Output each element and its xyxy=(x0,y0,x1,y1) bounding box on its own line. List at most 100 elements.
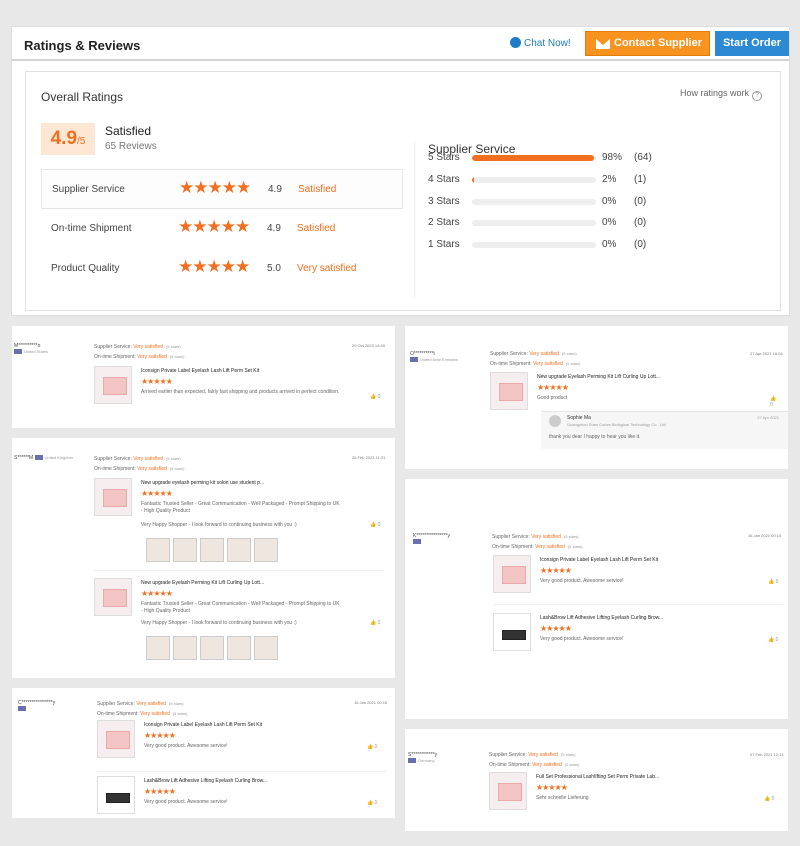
review-meta: Supplier Service: Very satisfied (5 stars… xyxy=(489,750,580,770)
like-button[interactable]: 👍 0 xyxy=(764,796,774,802)
review-image[interactable] xyxy=(146,636,170,660)
product-thumbnail[interactable] xyxy=(490,372,528,410)
question-icon: ? xyxy=(752,91,763,101)
reviewer-country: United Kingdom xyxy=(44,455,74,460)
like-button[interactable]: 👍 0 xyxy=(768,579,778,585)
meta-value: Very satisfied xyxy=(137,354,167,360)
flag-icon xyxy=(408,758,416,763)
rating-row-product-quality: Product Quality ★★★★★ 5.0 Very satisfied xyxy=(41,249,403,289)
review-image[interactable] xyxy=(227,636,251,660)
product-thumbnail[interactable] xyxy=(94,366,132,404)
meta-stars: (5 stars) xyxy=(560,752,576,757)
like-button[interactable]: 👍 0 xyxy=(370,394,380,400)
reply-text: thank you dear I happy to hear you like … xyxy=(549,434,641,440)
chat-icon xyxy=(510,37,521,48)
divider xyxy=(94,570,384,571)
star-label: 5 Stars xyxy=(428,152,460,163)
star-percent: 98% xyxy=(602,152,623,163)
review-image[interactable] xyxy=(254,538,278,562)
distribution-bar xyxy=(472,242,596,248)
distribution-fill xyxy=(472,177,475,183)
review-card: K****************y Supplier Service: Ver… xyxy=(405,479,788,719)
distribution-bar xyxy=(472,199,596,205)
product-title[interactable]: New upgrade Eyelash Perming Kit Lift Cur… xyxy=(141,580,264,586)
like-button[interactable]: 👍 0 xyxy=(770,396,780,408)
product-thumbnail[interactable] xyxy=(493,555,531,593)
like-button[interactable]: 👍 0 xyxy=(370,522,380,528)
chat-label: Chat Now! xyxy=(524,38,571,49)
rating-label: Product Quality xyxy=(51,263,120,274)
review-image[interactable] xyxy=(173,538,197,562)
like-count: 0 xyxy=(771,796,775,802)
contact-supplier-button[interactable]: Contact Supplier xyxy=(585,31,710,56)
how-ratings-work-link[interactable]: How ratings work? xyxy=(680,88,763,101)
review-comment: Very good product. Awesome service! xyxy=(144,743,228,749)
section-header: Ratings & Reviews Chat Now! Contact Supp… xyxy=(12,27,789,61)
like-button[interactable]: 👍 0 xyxy=(367,744,377,750)
review-meta: Supplier Service: Very satisfied (5 stars… xyxy=(492,532,583,552)
meta-label: Supplier Service: xyxy=(492,534,530,540)
chat-now-link[interactable]: Chat Now! xyxy=(510,37,571,49)
reviewer: M**********o United States xyxy=(14,343,48,355)
review-date: 20 Oct 2023 14:40 xyxy=(352,343,385,348)
reviewer-name: S******M xyxy=(14,455,34,461)
product-thumbnail[interactable] xyxy=(493,613,531,651)
review-image[interactable] xyxy=(227,538,251,562)
product-title[interactable]: Full Set Professional LashlIfting Set Pe… xyxy=(536,774,659,780)
review-card: S******M United Kingdom Supplier Service… xyxy=(12,438,395,678)
product-thumbnail[interactable] xyxy=(97,720,135,758)
product-thumbnail[interactable] xyxy=(94,478,132,516)
product-title[interactable]: Lash&Brow Lift Adhesive Lifting Eyelash … xyxy=(540,615,663,621)
product-thumbnail[interactable] xyxy=(489,772,527,810)
review-image[interactable] xyxy=(254,636,278,660)
product-title[interactable]: Iconsign Private Label Eyelash Lash Lift… xyxy=(144,722,262,728)
like-button[interactable]: 👍 0 xyxy=(367,800,377,806)
review-date: 16 Jan 2021 00:15 xyxy=(748,533,782,538)
flag-icon xyxy=(413,539,421,544)
meta-label: On-time Shipment: xyxy=(489,762,531,768)
review-product: Iconsign Private Label Eyelash Lash Lift… xyxy=(493,555,783,597)
product-title[interactable]: Lash&Brow Lift Adhesive Lifting Eyelash … xyxy=(144,778,267,784)
how-label: How ratings work xyxy=(680,88,750,98)
star-icons: ★★★★★ xyxy=(178,217,250,236)
product-thumbnail[interactable] xyxy=(94,578,132,616)
reviewer: K****************y xyxy=(413,533,450,545)
like-button[interactable]: 👍 0 xyxy=(768,637,778,643)
review-card: M**********o United States Supplier Servi… xyxy=(12,326,395,428)
product-stars: ★★★★★ xyxy=(141,589,173,598)
reply-company: Guangzhou Stars Colors Biological Techno… xyxy=(567,422,666,427)
reviewer: S************y Germany xyxy=(408,752,437,764)
like-button[interactable]: 👍 0 xyxy=(370,620,380,626)
product-title[interactable]: Iconsign Private Label Eyelash Lash Lift… xyxy=(141,368,259,374)
review-image[interactable] xyxy=(200,636,224,660)
review-product: New upgrade Eyelash Perming Kit Lift Cur… xyxy=(490,372,780,412)
start-order-button[interactable]: Start Order xyxy=(715,31,789,56)
product-thumbnail[interactable] xyxy=(97,776,135,814)
product-title[interactable]: Iconsign Private Label Eyelash Lash Lift… xyxy=(540,557,658,563)
reviewer: O**********t United Arab Emirates xyxy=(410,351,458,363)
review-card: C****************y Supplier Service: Ver… xyxy=(12,688,395,818)
rating-row-on-time-shipment: On-time Shipment ★★★★★ 4.9 Satisfied xyxy=(41,209,403,249)
meta-label: Supplier Service: xyxy=(94,456,132,462)
review-images xyxy=(146,538,281,564)
rating-label: On-time Shipment xyxy=(51,223,132,234)
meta-stars: (5 stars) xyxy=(564,762,580,767)
like-count: 0 xyxy=(775,637,779,643)
product-title[interactable]: New upgrade eyelash perming kit solon us… xyxy=(141,480,264,486)
star-count: (1) xyxy=(634,174,647,185)
review-product: New upgrade Eyelash Perming Kit Lift Cur… xyxy=(94,578,384,628)
product-title[interactable]: New upgrade Eyelash Perming Kit Lift Cur… xyxy=(537,374,660,380)
meta-label: On-time Shipment: xyxy=(94,354,136,360)
divider xyxy=(493,604,783,605)
star-distribution-row: 5 Stars 98% (64) xyxy=(428,151,768,165)
flag-icon xyxy=(14,349,22,354)
meta-label: On-time Shipment: xyxy=(94,466,136,472)
product-stars: ★★★★★ xyxy=(144,787,176,796)
review-image[interactable] xyxy=(173,636,197,660)
review-image[interactable] xyxy=(200,538,224,562)
star-distribution-row: 4 Stars 2% (1) xyxy=(428,173,768,187)
review-image[interactable] xyxy=(146,538,170,562)
reviewer-country: United States xyxy=(24,349,49,354)
star-percent: 0% xyxy=(602,239,617,250)
reviewer-country: United Arab Emirates xyxy=(420,357,458,362)
